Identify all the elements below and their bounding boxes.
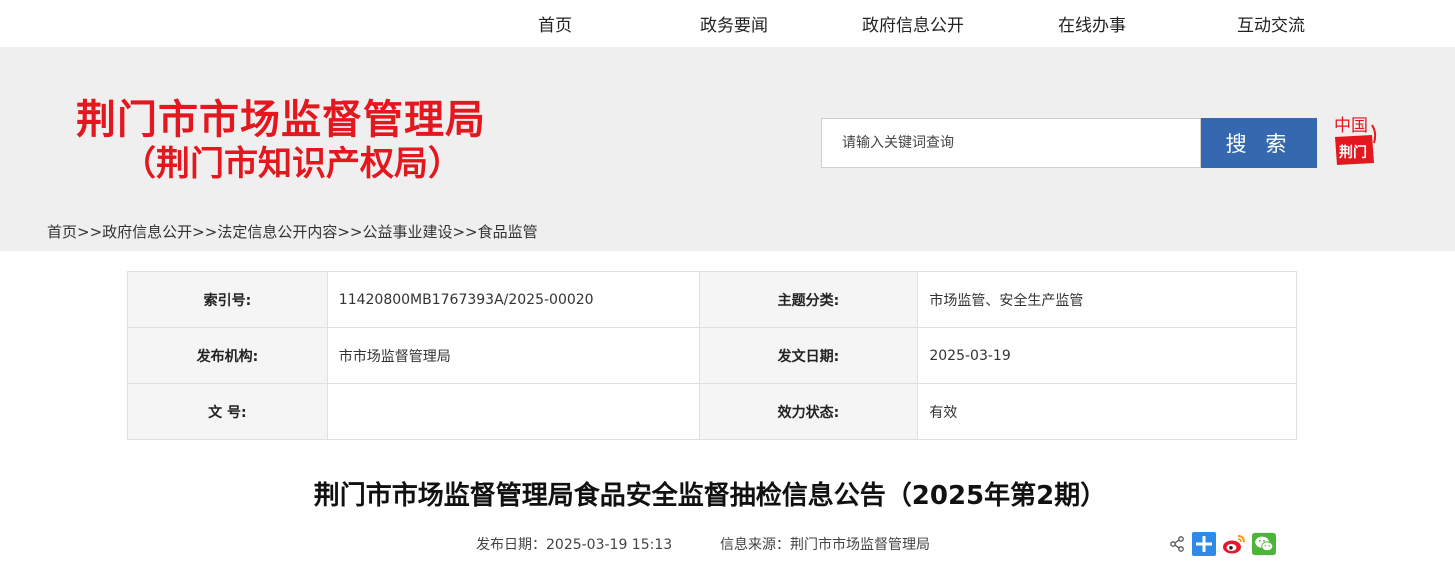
document-metadata-table: 索引号: 11420800MB1767393A/2025-00020 主题分类:… (127, 271, 1297, 440)
index-number-value: 11420800MB1767393A/2025-00020 (326, 271, 700, 328)
validity-status-value: 有效 (917, 383, 1297, 440)
breadcrumb-item-food-supervision[interactable]: 食品监管 (478, 223, 538, 241)
topic-category-label: 主题分类: (698, 271, 919, 328)
breadcrumb-separator: >> (192, 223, 218, 241)
breadcrumb-item-public-welfare[interactable]: 公益事业建设 (362, 223, 452, 241)
jingmen-seal-logo: 中国 荆门 (1334, 116, 1377, 165)
publish-date: 发布日期：2025-03-19 15:13 (476, 537, 673, 553)
topic-category-value: 市场监管、安全生产监管 (917, 271, 1297, 328)
top-navigation: 首页 政务要闻 政府信息公开 在线办事 互动交流 (0, 0, 1455, 47)
nav-home[interactable]: 首页 (485, 14, 625, 38)
seal-text-top: 中国 (1334, 116, 1368, 136)
nav-gov-info[interactable]: 政府信息公开 (843, 14, 983, 38)
site-name[interactable]: 荆门市市场监督管理局 (76, 96, 486, 144)
breadcrumb: 首页>>政府信息公开>>法定信息公开内容>>公益事业建设>>食品监管 (47, 222, 538, 242)
publishing-org-label: 发布机构: (127, 327, 328, 384)
info-source: 信息来源：荆门市市场监督管理局 (720, 537, 930, 553)
issue-date-value: 2025-03-19 (917, 327, 1297, 384)
document-number-value (326, 383, 700, 440)
nav-interaction[interactable]: 互动交流 (1201, 14, 1341, 38)
nav-news[interactable]: 政务要闻 (664, 14, 804, 38)
breadcrumb-separator: >> (452, 223, 478, 241)
publishing-org-value: 市市场监督管理局 (326, 327, 700, 384)
table-row: 发布机构: 市市场监督管理局 发文日期: 2025-03-19 (127, 327, 1297, 384)
article-title: 荆门市市场监督管理局食品安全监督抽检信息公告（2025年第2期） (313, 481, 1107, 511)
plus-icon[interactable] (1192, 532, 1216, 556)
index-number-label: 索引号: (127, 271, 328, 328)
issue-date-label: 发文日期: (698, 327, 919, 384)
table-row: 索引号: 11420800MB1767393A/2025-00020 主题分类:… (127, 271, 1297, 328)
wechat-icon[interactable] (1252, 532, 1276, 556)
seal-text-bottom: 荆门 (1339, 144, 1367, 161)
nav-online-services[interactable]: 在线办事 (1022, 14, 1162, 38)
validity-status-label: 效力状态: (698, 383, 919, 440)
weibo-icon[interactable] (1222, 532, 1246, 556)
search-button[interactable]: 搜 索 (1201, 118, 1317, 168)
breadcrumb-item-gov-info[interactable]: 政府信息公开 (102, 223, 192, 241)
share-icon[interactable] (1168, 532, 1186, 556)
document-number-label: 文 号: (127, 383, 328, 440)
breadcrumb-separator: >> (337, 223, 363, 241)
breadcrumb-separator: >> (77, 223, 103, 241)
share-bar (1168, 531, 1276, 557)
site-subname: （荆门市知识产权局） (122, 144, 462, 184)
search-input[interactable] (821, 118, 1201, 168)
table-row: 文 号: 效力状态: 有效 (127, 383, 1297, 440)
breadcrumb-item-statutory-info[interactable]: 法定信息公开内容 (217, 223, 337, 241)
breadcrumb-item-home[interactable]: 首页 (47, 223, 77, 241)
